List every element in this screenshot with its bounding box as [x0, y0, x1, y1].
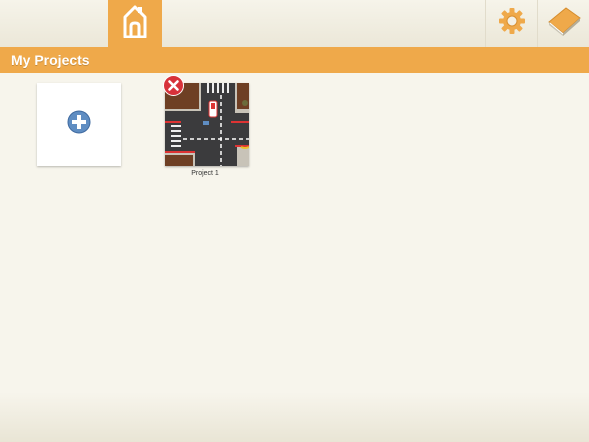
bottom-bar: [0, 392, 589, 442]
new-project-button[interactable]: [37, 83, 121, 166]
close-icon: [163, 75, 184, 100]
book-icon: [546, 4, 582, 43]
settings-button[interactable]: [485, 0, 537, 47]
section-title: My Projects: [11, 52, 90, 68]
help-book-button[interactable]: [537, 0, 589, 47]
section-header: My Projects: [0, 47, 589, 73]
top-toolbar: [0, 0, 589, 47]
delete-project-button[interactable]: [163, 75, 184, 96]
gear-icon: [498, 7, 526, 40]
home-icon: [119, 4, 151, 43]
plus-circle-icon: [67, 110, 91, 139]
home-button[interactable]: [108, 0, 162, 47]
project-name-label: Project 1: [191, 170, 219, 177]
